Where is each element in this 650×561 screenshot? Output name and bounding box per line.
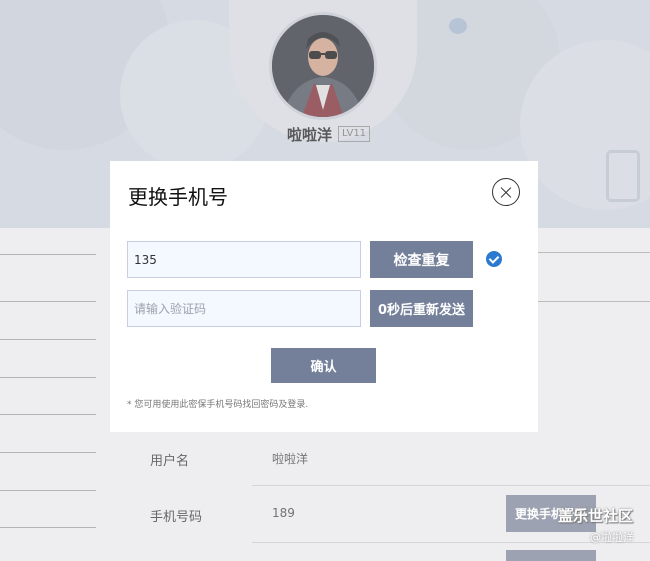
recovery-hint: * 您可用使用此密保手机号码找回密码及登录.: [127, 400, 309, 410]
verification-code-input[interactable]: [127, 290, 361, 327]
close-icon[interactable]: [492, 178, 520, 206]
dialog-title: 更换手机号: [128, 185, 228, 209]
resend-code-button[interactable]: 0秒后重新发送: [370, 290, 473, 327]
phone-input[interactable]: [127, 241, 361, 278]
change-phone-dialog: 更换手机号 检查重复 0秒后重新发送 确认 * 您可用使用此密保手机号码找回密码…: [110, 161, 538, 432]
check-duplicate-button[interactable]: 检查重复: [370, 241, 473, 278]
confirm-button[interactable]: 确认: [271, 348, 376, 383]
check-icon: [486, 251, 502, 267]
